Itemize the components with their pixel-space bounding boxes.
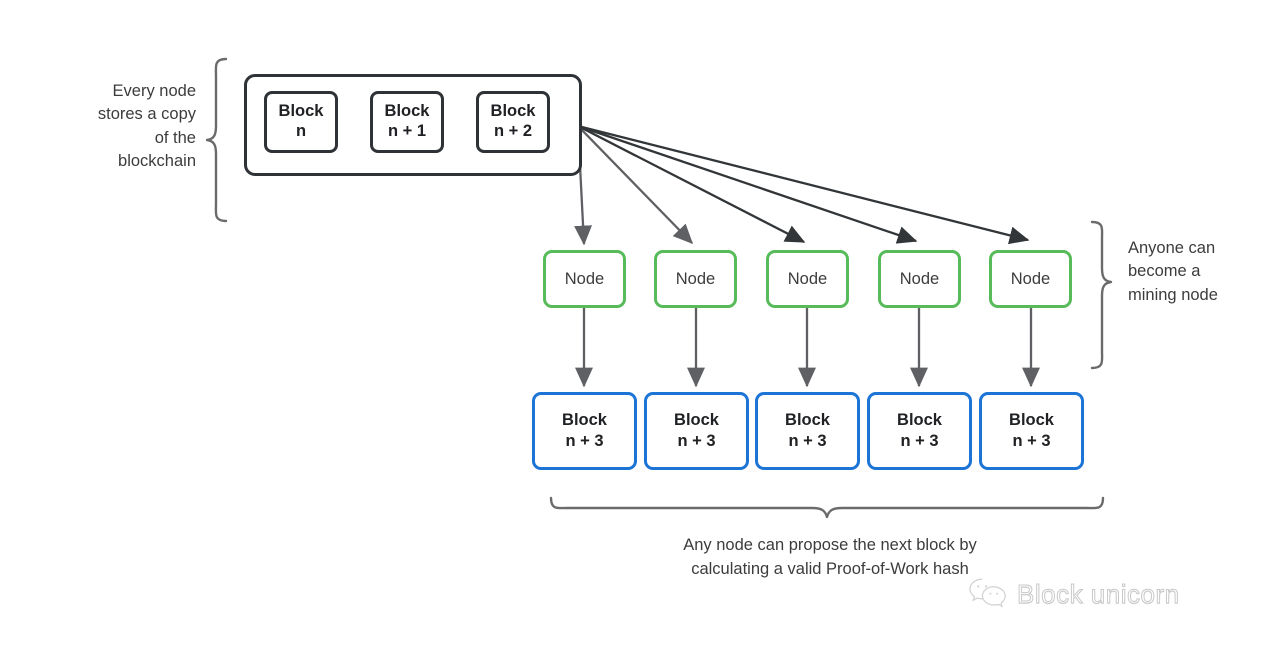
watermark: Block unicorn: [968, 577, 1180, 611]
label-anyone-can-become-mining-node: Anyone can become a mining node: [1128, 239, 1218, 304]
chain-block-n-plus-1-line1: Block: [384, 102, 430, 121]
node-box-5-label: Node: [1010, 269, 1051, 288]
node-box-5: Node: [989, 250, 1072, 308]
new-block-2-line1: Block: [674, 411, 719, 430]
node-box-4: Node: [878, 250, 961, 308]
chain-block-n-plus-1: Block n + 1: [370, 91, 444, 153]
node-box-2-label: Node: [675, 269, 716, 288]
new-block-2: Block n + 3: [644, 392, 749, 470]
chain-block-n-plus-1-line2: n + 1: [387, 122, 427, 140]
node-box-1-label: Node: [564, 269, 605, 288]
node-to-block-arrows: [575, 308, 1040, 388]
fanout-arrow-3: [577, 124, 806, 244]
chain-block-n-line1: Block: [278, 102, 324, 121]
new-block-3-line1: Block: [785, 411, 830, 430]
chain-block-n-line2: n: [295, 122, 307, 140]
diagram-canvas: Every node stores a copy of the blockcha…: [0, 0, 1280, 652]
chain-block-n-plus-2: Block n + 2: [476, 91, 550, 153]
fanout-arrows: [574, 124, 1030, 246]
brace-left: [205, 57, 228, 223]
wechat-icon: [969, 578, 1006, 608]
node-box-1: Node: [543, 250, 626, 308]
new-block-5: Block n + 3: [979, 392, 1084, 470]
brace-bottom: [549, 496, 1105, 519]
chain-block-n-plus-2-line1: Block: [490, 102, 536, 121]
new-block-2-line2: n + 3: [677, 432, 716, 450]
new-block-4-line1: Block: [897, 411, 942, 430]
new-block-3-line2: n + 3: [788, 432, 827, 450]
chain-block-n: Block n: [264, 91, 338, 153]
node-box-4-label: Node: [899, 269, 940, 288]
new-block-3: Block n + 3: [755, 392, 860, 470]
watermark-text: Block unicorn: [1017, 578, 1180, 609]
fanout-arrow-5: [577, 124, 1030, 245]
new-block-5-line1: Block: [1009, 411, 1054, 430]
new-block-1-line1: Block: [562, 411, 607, 430]
new-block-1: Block n + 3: [532, 392, 637, 470]
node-box-3-label: Node: [787, 269, 828, 288]
blockchain-container: Block n Block n + 1 Block n + 2: [244, 74, 582, 176]
new-block-1-line2: n + 3: [565, 432, 604, 450]
new-block-4: Block n + 3: [867, 392, 972, 470]
chain-block-n-plus-2-line2: n + 2: [493, 122, 533, 140]
fanout-arrow-2: [577, 125, 693, 244]
brace-right: [1090, 220, 1113, 370]
fanout-arrow-4: [577, 124, 918, 244]
node-box-2: Node: [654, 250, 737, 308]
node-box-3: Node: [766, 250, 849, 308]
label-every-node-stores-copy: Every node stores a copy of the blockcha…: [97, 82, 196, 171]
label-proof-of-work-caption: Any node can propose the next block by c…: [683, 536, 977, 578]
new-block-5-line2: n + 3: [1012, 432, 1051, 450]
new-block-4-line2: n + 3: [900, 432, 939, 450]
